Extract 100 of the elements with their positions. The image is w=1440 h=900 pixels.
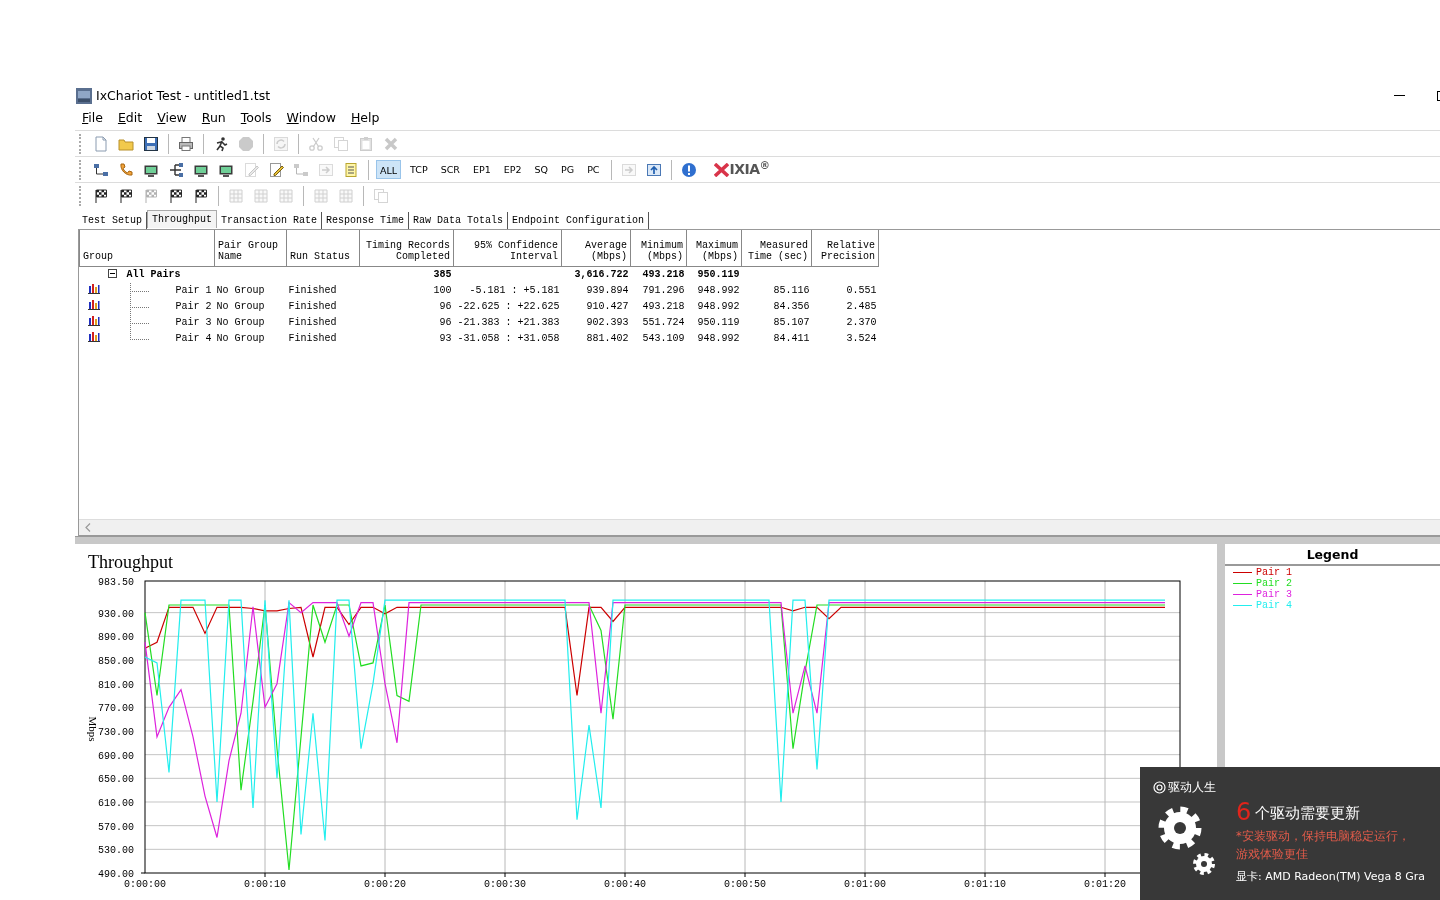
tree-connector xyxy=(129,298,150,315)
table-cell-text: 93 xyxy=(438,331,453,346)
table-cell: 493.218 xyxy=(630,266,687,283)
column-header[interactable]: 95% Confidence Interval xyxy=(453,230,562,266)
branch-icon[interactable] xyxy=(168,161,184,178)
group-label: All Pairs xyxy=(126,268,181,280)
table-cell-text: Finished xyxy=(287,299,338,314)
window-title: IxChariot Test - untitled1.tst xyxy=(96,86,271,105)
table-cell-text: 493.218 xyxy=(641,299,686,314)
x-tick-label: 0:00:40 xyxy=(604,879,646,890)
tree-connector xyxy=(129,282,150,299)
table-cell-text: Finished xyxy=(287,315,338,330)
printer-icon[interactable] xyxy=(178,135,194,152)
table-cell-text: -31.058 : +31.058 xyxy=(456,331,561,346)
menu-item[interactable]: Help xyxy=(350,109,380,128)
connector-icon[interactable] xyxy=(93,161,109,178)
table-cell-text: 881.402 xyxy=(585,331,630,346)
table-cell-text: Finished xyxy=(287,283,338,298)
table-cell-text: 96 xyxy=(438,315,453,330)
y-tick-label: 530.00 xyxy=(98,845,134,857)
table-cell-text: 96 xyxy=(438,299,453,314)
flag-icon[interactable] xyxy=(93,187,109,204)
tab[interactable]: Throughput xyxy=(147,210,218,228)
table-cell-text: 948.992 xyxy=(696,331,741,346)
flag-icon[interactable] xyxy=(118,187,134,204)
bar-chart-icon xyxy=(87,298,100,310)
filter-button[interactable]: EP1 xyxy=(468,160,495,179)
table-cell-text: -21.383 : +21.383 xyxy=(456,315,561,330)
column-header[interactable]: Pair Group Name xyxy=(214,230,287,266)
x-tick-label: 0:01:10 xyxy=(964,879,1006,890)
x-tick-label: 0:00:50 xyxy=(724,879,766,890)
filter-button[interactable]: ALL xyxy=(376,160,402,179)
table-cell: 3,616.722 xyxy=(561,266,631,283)
legend-label: Pair 4 xyxy=(1256,600,1292,611)
scroll-left-icon[interactable] xyxy=(85,523,91,532)
table-cell: 385 xyxy=(359,266,454,283)
document-icon[interactable] xyxy=(93,135,109,152)
menu-item[interactable]: Edit xyxy=(117,109,143,128)
note-icon[interactable] xyxy=(343,161,359,178)
menu-item[interactable]: Run xyxy=(201,109,226,128)
menu-item[interactable]: File xyxy=(82,109,103,128)
x-tick-label: 0:00:30 xyxy=(484,879,526,890)
y-tick-label: 810.00 xyxy=(98,679,134,691)
column-header[interactable]: Run Status xyxy=(286,230,360,266)
update-headline: 个驱动需要更新 xyxy=(1255,802,1361,824)
legend-label: Pair 2 xyxy=(1256,578,1292,589)
table-cell-text: 950.119 xyxy=(696,315,741,330)
column-header[interactable]: Maximum (Mbps) xyxy=(686,230,742,266)
pair-label: Pair 3 xyxy=(175,316,212,328)
minimize-icon[interactable] xyxy=(1394,95,1405,97)
y-tick-label: 850.00 xyxy=(98,656,134,667)
collapse-icon[interactable] xyxy=(107,268,117,278)
table-cell-text: 0.551 xyxy=(845,283,878,298)
maximize-icon[interactable] xyxy=(1437,91,1440,101)
y-tick-label: 490.00 xyxy=(98,869,134,880)
pencil-icon[interactable] xyxy=(268,161,284,178)
table-cell-text: 2.485 xyxy=(845,299,878,314)
table-cell-text: 3.524 xyxy=(845,331,878,346)
export-icon[interactable] xyxy=(645,161,662,178)
filter-button[interactable]: SCR xyxy=(436,160,464,179)
table-cell-text: No Group xyxy=(215,331,266,346)
flag-icon[interactable] xyxy=(193,187,209,204)
y-tick-label: 890.00 xyxy=(98,632,134,644)
filter-button[interactable]: SQ xyxy=(530,160,553,179)
filter-button[interactable]: PC xyxy=(583,160,604,179)
legend-title: Legend xyxy=(1225,544,1440,566)
table-cell-text: 543.109 xyxy=(641,331,686,346)
table-cell-text: 85.116 xyxy=(772,283,811,298)
column-header[interactable]: Timing Records Completed xyxy=(359,230,454,266)
column-header[interactable]: Relative Precision xyxy=(811,230,879,266)
x-tick-label: 0:00:00 xyxy=(124,879,166,890)
filter-button[interactable]: TCP xyxy=(406,160,432,179)
menu-item[interactable]: Tools xyxy=(240,109,272,128)
table-cell-text: 84.411 xyxy=(772,331,811,346)
column-header[interactable]: Measured Time (sec) xyxy=(741,230,812,266)
y-tick-label: 610.00 xyxy=(98,798,134,809)
column-header[interactable]: Minimum (Mbps) xyxy=(630,230,687,266)
x-tick-label: 0:01:00 xyxy=(844,879,886,890)
app-logo-icon xyxy=(1153,780,1166,794)
flag-icon[interactable] xyxy=(168,187,184,204)
table-cell-text: 100 xyxy=(432,283,453,298)
table-cell-text: No Group xyxy=(215,315,266,330)
table-cell-text: 948.992 xyxy=(696,299,741,314)
x-tick-label: 0:00:10 xyxy=(244,879,286,890)
table-cell-text: 85.107 xyxy=(772,315,811,330)
filter-button[interactable]: EP2 xyxy=(499,160,526,179)
column-header[interactable]: Average (Mbps) xyxy=(561,230,631,266)
menu-item[interactable]: Window xyxy=(286,109,336,128)
table-cell-text: 551.724 xyxy=(641,315,686,330)
table-cell-text: No Group xyxy=(215,283,266,298)
device-text: 显卡: AMD Radeon(TM) Vega 8 Gra xyxy=(1236,869,1425,885)
bar-chart-icon xyxy=(87,282,100,294)
running-figure-icon[interactable] xyxy=(213,135,229,152)
menu-item[interactable]: View xyxy=(157,109,187,128)
app-icon xyxy=(76,88,92,104)
filter-button[interactable]: PG xyxy=(557,160,579,179)
column-header[interactable]: Group xyxy=(79,230,215,266)
pair-label: Pair 4 xyxy=(175,332,212,344)
phone-icon[interactable] xyxy=(118,161,134,178)
info-icon[interactable] xyxy=(680,161,697,178)
